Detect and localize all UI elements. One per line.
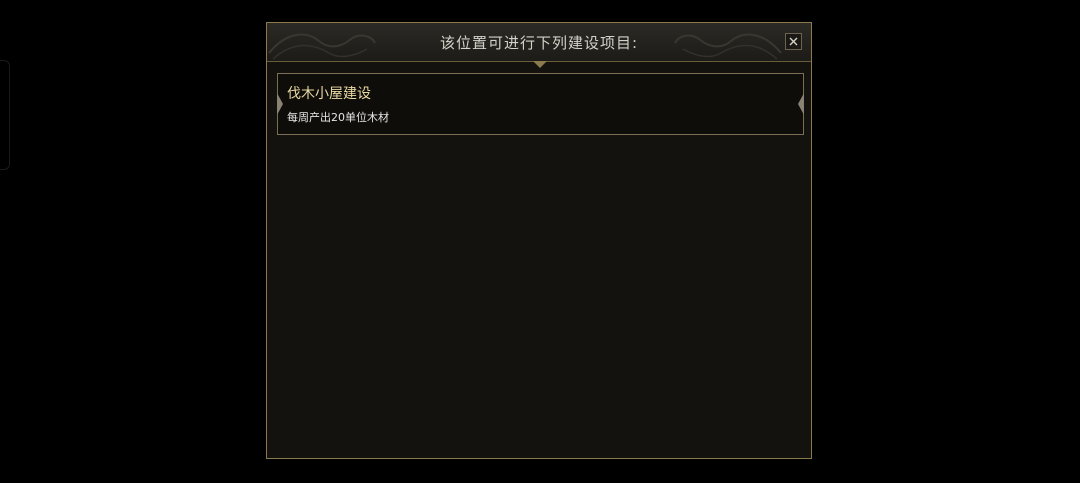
dialog-title: 该位置可进行下列建设项目: <box>439 34 639 52</box>
close-button[interactable] <box>785 33 802 50</box>
close-icon <box>789 37 798 46</box>
option-description: 每周产出20单位木材 <box>287 111 389 124</box>
header-pointer-icon <box>533 61 547 68</box>
card-notch-left-icon <box>277 93 283 115</box>
construction-dialog: 该位置可进行下列建设项目: 伐木小屋建设 每周产出20单位木材 <box>266 22 812 459</box>
game-screen: 该位置可进行下列建设项目: 伐木小屋建设 每周产出20单位木材 <box>0 0 1080 483</box>
dialog-header: 该位置可进行下列建设项目: <box>267 23 811 68</box>
build-option-lumber-hut[interactable]: 伐木小屋建设 每周产出20单位木材 <box>277 73 804 135</box>
card-notch-right-icon <box>798 93 804 115</box>
side-panel-edge <box>0 60 10 170</box>
option-title: 伐木小屋建设 <box>287 86 371 102</box>
